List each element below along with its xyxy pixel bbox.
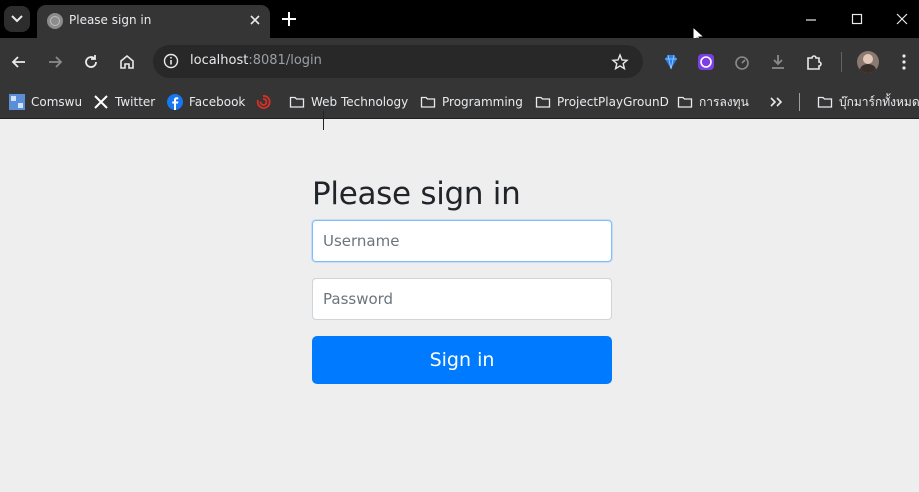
bookmark-red-swirl[interactable]	[255, 91, 277, 113]
home-icon[interactable]	[117, 52, 137, 72]
password-input[interactable]	[312, 278, 612, 320]
browser-tab-active[interactable]: Please sign in	[37, 5, 270, 38]
bookmark-twitter[interactable]: Twitter	[93, 91, 155, 113]
bookmark-folder-projectplayground[interactable]: ProjectPlayGrounD	[535, 91, 669, 113]
comswu-favicon-icon	[9, 94, 25, 110]
folder-icon	[289, 96, 305, 108]
timer-extension-icon[interactable]	[732, 52, 752, 72]
bookmark-star-icon[interactable]	[611, 53, 629, 71]
browser-toolbar: localhost:8081/login	[0, 38, 919, 85]
bookmark-folder-investment[interactable]: การลงทุน	[677, 91, 749, 113]
url-host: localhost	[190, 53, 249, 68]
bookmarks-divider	[799, 93, 800, 111]
download-icon[interactable]	[768, 52, 788, 72]
bookmark-facebook[interactable]: Facebook	[167, 91, 245, 113]
window-maximize-icon[interactable]	[849, 11, 865, 27]
extensions-puzzle-icon[interactable]	[804, 52, 824, 72]
x-logo-icon	[94, 95, 108, 109]
profile-avatar[interactable]	[857, 51, 879, 73]
chevron-double-right-icon	[770, 97, 783, 107]
tab-title: Please sign in	[69, 13, 152, 27]
address-bar[interactable]: localhost:8081/login	[153, 45, 643, 78]
reload-icon[interactable]	[81, 52, 101, 72]
purple-extension-icon[interactable]	[696, 52, 716, 72]
folder-icon	[817, 96, 833, 108]
globe-favicon-icon	[47, 13, 63, 29]
sign-in-button[interactable]: Sign in	[312, 336, 612, 384]
more-menu-kebab-icon[interactable]	[896, 53, 912, 71]
text-caret	[323, 111, 324, 130]
facebook-logo-icon	[167, 94, 183, 110]
folder-icon	[677, 96, 693, 108]
bookmark-comswu[interactable]: Comswu	[9, 91, 82, 113]
browser-titlebar: Please sign in	[0, 0, 919, 38]
address-url: localhost:8081/login	[190, 53, 322, 68]
window-close-icon[interactable]	[894, 11, 910, 27]
forward-arrow-icon[interactable]	[45, 52, 65, 72]
bookmarks-overflow-button[interactable]	[768, 91, 790, 113]
bookmark-folder-all-bookmarks[interactable]: บุ๊กมาร์กทั้งหมด	[817, 91, 919, 113]
toolbar-divider	[841, 52, 842, 72]
tab-close-icon[interactable]	[247, 12, 263, 28]
page-content: Please sign in Sign in	[0, 120, 919, 492]
bookmarks-bar: Comswu Twitter Facebook Web Technology P…	[0, 85, 919, 119]
new-tab-plus-icon[interactable]	[280, 10, 298, 28]
back-arrow-icon[interactable]	[9, 52, 29, 72]
folder-icon	[420, 96, 436, 108]
site-info-icon[interactable]	[163, 53, 179, 69]
bookmark-folder-programming[interactable]: Programming	[420, 91, 523, 113]
gem-extension-icon[interactable]	[661, 52, 681, 72]
tab-search-button[interactable]	[4, 6, 30, 32]
chevron-down-icon	[11, 15, 23, 23]
username-input[interactable]	[312, 220, 612, 262]
bookmark-folder-web-technology[interactable]: Web Technology	[289, 91, 408, 113]
red-swirl-favicon-icon	[256, 95, 271, 109]
folder-icon	[535, 96, 551, 108]
url-path: :8081/login	[248, 53, 322, 68]
window-minimize-icon[interactable]	[803, 12, 819, 28]
page-title: Please sign in	[312, 176, 521, 212]
